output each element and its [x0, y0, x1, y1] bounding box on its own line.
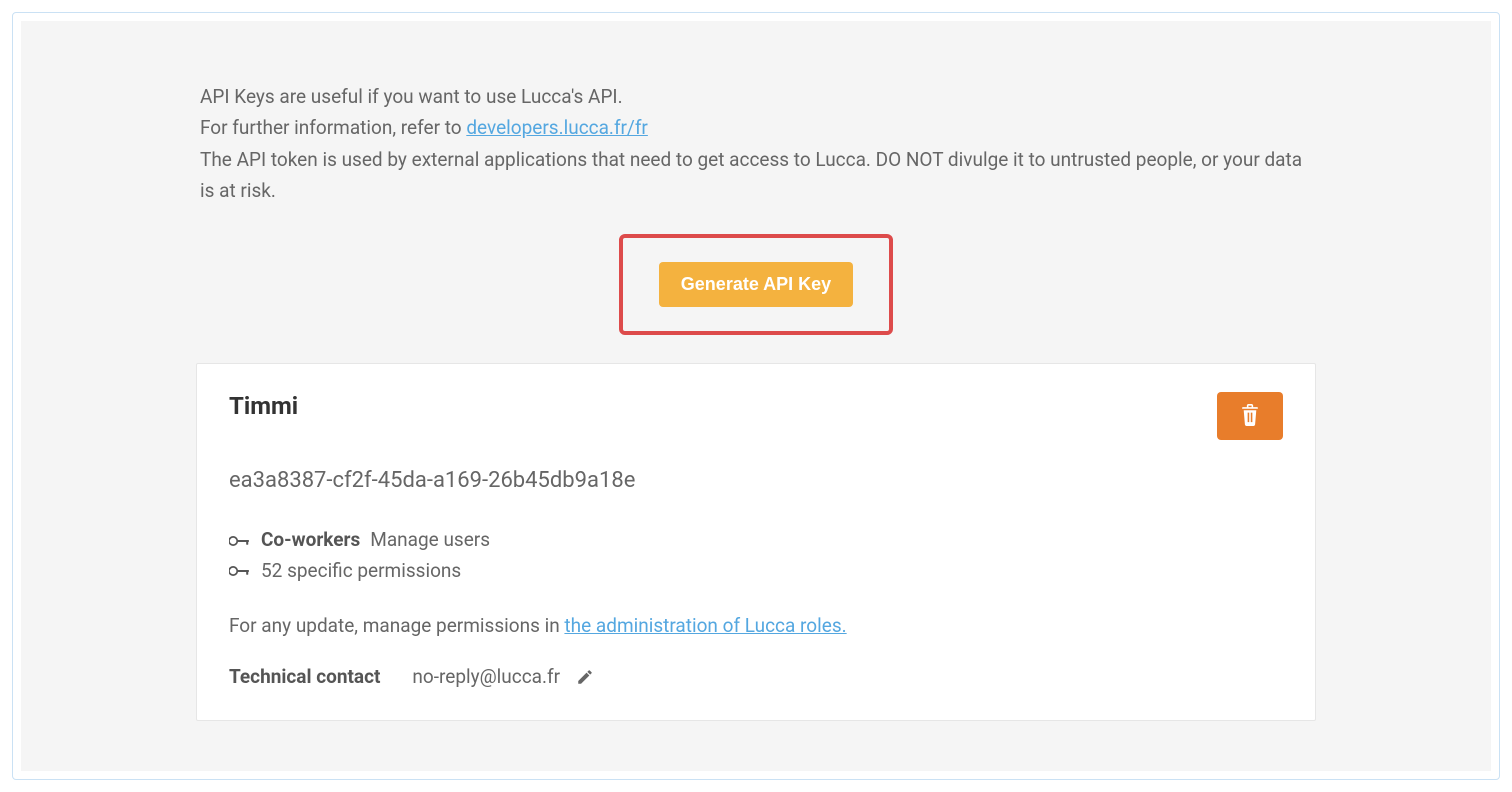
permission-specific-line: 52 specific permissions — [229, 556, 1283, 586]
permissions-update-prefix: For any update, manage permissions in — [229, 614, 564, 637]
technical-contact-label: Technical contact — [229, 665, 380, 688]
intro-line-1: API Keys are useful if you want to use L… — [200, 81, 1312, 112]
permission-role-line: Co-workers Manage users — [229, 525, 1283, 555]
edit-contact-button[interactable] — [574, 666, 596, 688]
generate-api-key-button[interactable]: Generate API Key — [659, 262, 853, 307]
permission-role-label: Co-workers — [261, 525, 360, 555]
trash-icon — [1240, 404, 1260, 429]
content-container: API Keys are useful if you want to use L… — [196, 81, 1316, 721]
delete-api-key-button[interactable] — [1217, 392, 1283, 440]
intro-line-3: The API token is used by external applic… — [200, 144, 1312, 207]
technical-contact-row: Technical contact no-reply@lucca.fr — [229, 665, 1283, 688]
card-header: Timmi — [229, 392, 1283, 440]
developers-link[interactable]: developers.lucca.fr/fr — [466, 116, 648, 139]
permission-specific-text: 52 specific permissions — [261, 556, 461, 586]
permissions-update-line: For any update, manage permissions in th… — [229, 614, 1283, 637]
technical-contact-value: no-reply@lucca.fr — [412, 665, 560, 688]
key-icon — [229, 564, 251, 578]
intro-line-2-prefix: For further information, refer to — [200, 116, 466, 139]
generate-highlight-box: Generate API Key — [619, 234, 893, 335]
pencil-icon — [576, 668, 594, 686]
api-token-value: ea3a8387-cf2f-45da-a169-26b45db9a18e — [229, 468, 1283, 493]
generate-button-area: Generate API Key — [196, 234, 1316, 335]
intro-line-2: For further information, refer to develo… — [200, 112, 1312, 143]
key-icon — [229, 534, 251, 548]
intro-text: API Keys are useful if you want to use L… — [196, 81, 1316, 206]
permission-role-desc: Manage users — [370, 525, 490, 555]
technical-contact-value-wrap: no-reply@lucca.fr — [412, 665, 596, 688]
main-panel: API Keys are useful if you want to use L… — [21, 21, 1491, 771]
api-key-card: Timmi ea3a8387-cf2f-45da-a169-26b45db9a1… — [196, 363, 1316, 721]
roles-admin-link[interactable]: the administration of Lucca roles. — [564, 614, 846, 637]
api-key-name: Timmi — [229, 392, 298, 420]
outer-frame: API Keys are useful if you want to use L… — [12, 12, 1500, 780]
